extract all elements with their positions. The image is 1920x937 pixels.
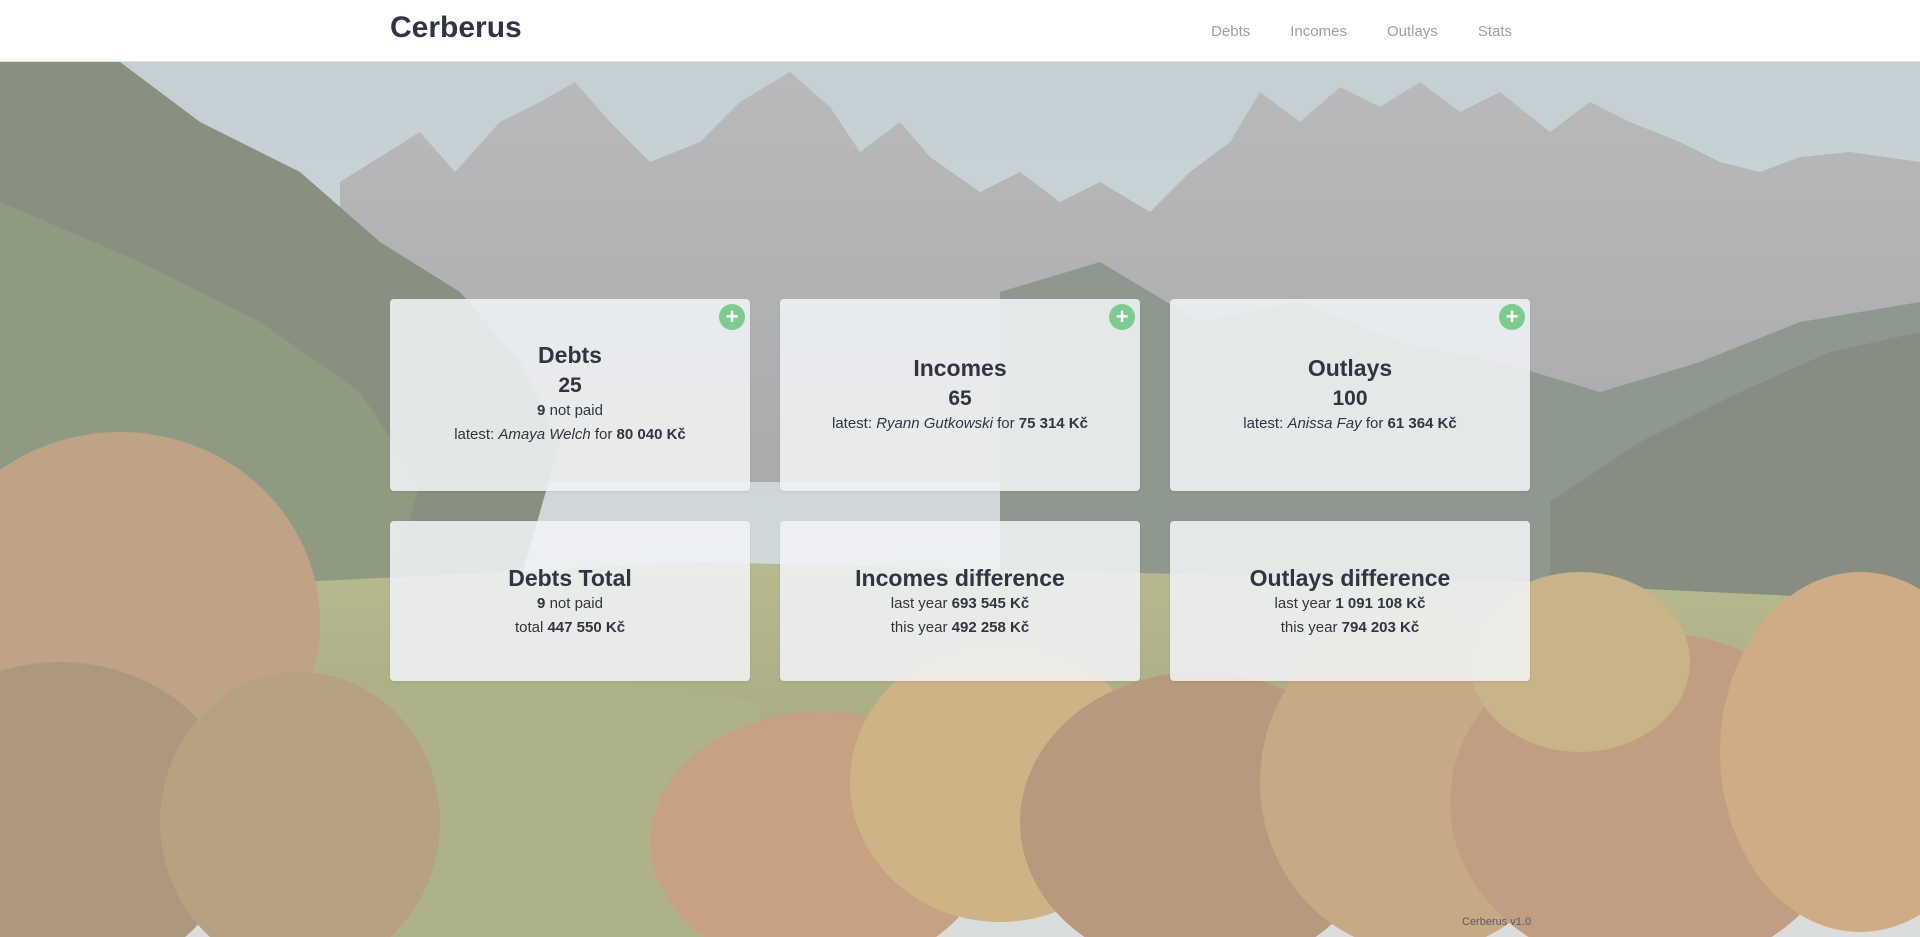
nav-link-outlays[interactable]: Outlays: [1387, 23, 1438, 40]
debts-total-card[interactable]: Debts Total 9 not paid total 447 550 Kč: [390, 521, 750, 681]
incomes-card[interactable]: + Incomes 65 latest: Ryann Gutkowski for…: [780, 299, 1140, 491]
outlays-card-title: Outlays: [1307, 355, 1393, 381]
debts-total-line: total 447 550 Kč: [390, 616, 750, 640]
incomes-difference-title: Incomes difference: [855, 565, 1065, 591]
debts-count: 25: [558, 374, 582, 397]
incomes-last-year-label: last year: [890, 595, 948, 612]
debts-latest-amount: 80 040 Kč: [616, 426, 686, 443]
nav-link-debts[interactable]: Debts: [1211, 23, 1250, 40]
debts-total-amount: 447 550 Kč: [547, 619, 626, 636]
add-income-button[interactable]: +: [1109, 304, 1135, 330]
add-debt-button[interactable]: +: [719, 304, 745, 330]
outlays-difference-title: Outlays difference: [1249, 565, 1451, 591]
incomes-last-year-line: last year 693 545 Kč: [780, 592, 1140, 616]
debts-card-title: Debts: [538, 342, 602, 368]
outlays-this-year-line: this year 794 203 Kč: [1170, 616, 1530, 640]
outlays-for-label: for: [1365, 415, 1384, 432]
outlays-last-year-amount: 1 091 108 Kč: [1335, 595, 1426, 612]
debts-total-not-paid-label: not paid: [549, 595, 603, 612]
incomes-latest-name: Ryann Gutkowski: [876, 415, 993, 432]
debts-latest-line: latest: Amaya Welch for 80 040 Kč: [390, 423, 750, 447]
incomes-count: 65: [948, 387, 972, 410]
plus-icon: +: [1115, 304, 1129, 329]
incomes-this-year-line: this year 492 258 Kč: [780, 616, 1140, 640]
outlays-this-year-label: this year: [1280, 619, 1338, 636]
outlays-card[interactable]: + Outlays 100 latest: Anissa Fay for 61 …: [1170, 299, 1530, 491]
incomes-this-year-label: this year: [890, 619, 948, 636]
incomes-last-year-amount: 693 545 Kč: [951, 595, 1030, 612]
plus-icon: +: [1505, 304, 1519, 329]
debts-total-not-paid-line: 9 not paid: [390, 592, 750, 616]
debts-latest-name: Amaya Welch: [498, 426, 591, 443]
incomes-card-title: Incomes: [913, 355, 1007, 381]
debts-total-not-paid-count: 9: [537, 595, 546, 612]
outlays-last-year-label: last year: [1274, 595, 1332, 612]
outlays-latest-name: Anissa Fay: [1287, 415, 1362, 432]
outlays-difference-card[interactable]: Outlays difference last year 1 091 108 K…: [1170, 521, 1530, 681]
dashboard-cards: + Debts 25 9 not paid latest: Amaya Welc…: [0, 0, 1920, 937]
main-nav: Debts Incomes Outlays Stats: [1211, 0, 1512, 62]
incomes-latest-label: latest:: [831, 415, 873, 432]
incomes-difference-card[interactable]: Incomes difference last year 693 545 Kč …: [780, 521, 1140, 681]
outlays-count: 100: [1332, 387, 1368, 410]
outlays-this-year-amount: 794 203 Kč: [1341, 619, 1420, 636]
incomes-this-year-amount: 492 258 Kč: [951, 619, 1030, 636]
debts-not-paid-count: 9: [537, 402, 546, 419]
incomes-latest-amount: 75 314 Kč: [1018, 415, 1088, 432]
nav-link-stats[interactable]: Stats: [1478, 23, 1512, 40]
top-navbar: Cerberus Debts Incomes Outlays Stats: [0, 0, 1920, 62]
debts-total-title: Debts Total: [508, 565, 632, 591]
outlays-latest-label: latest:: [1243, 415, 1284, 432]
outlays-latest-line: latest: Anissa Fay for 61 364 Kč: [1170, 412, 1530, 436]
debts-not-paid-label: not paid: [549, 402, 603, 419]
debts-total-label: total: [514, 619, 544, 636]
plus-icon: +: [725, 304, 739, 329]
add-outlay-button[interactable]: +: [1499, 304, 1525, 330]
incomes-for-label: for: [997, 415, 1015, 432]
debts-not-paid-line: 9 not paid: [390, 399, 750, 423]
debts-card[interactable]: + Debts 25 9 not paid latest: Amaya Welc…: [390, 299, 750, 491]
debts-for-label: for: [594, 426, 613, 443]
debts-latest-label: latest:: [454, 426, 495, 443]
nav-link-incomes[interactable]: Incomes: [1290, 23, 1347, 40]
brand-logo-link[interactable]: Cerberus: [390, 11, 522, 45]
outlays-latest-amount: 61 364 Kč: [1387, 415, 1457, 432]
outlays-last-year-line: last year 1 091 108 Kč: [1170, 592, 1530, 616]
footer-version: Cerberus v1.0: [1462, 916, 1532, 928]
incomes-latest-line: latest: Ryann Gutkowski for 75 314 Kč: [780, 412, 1140, 436]
